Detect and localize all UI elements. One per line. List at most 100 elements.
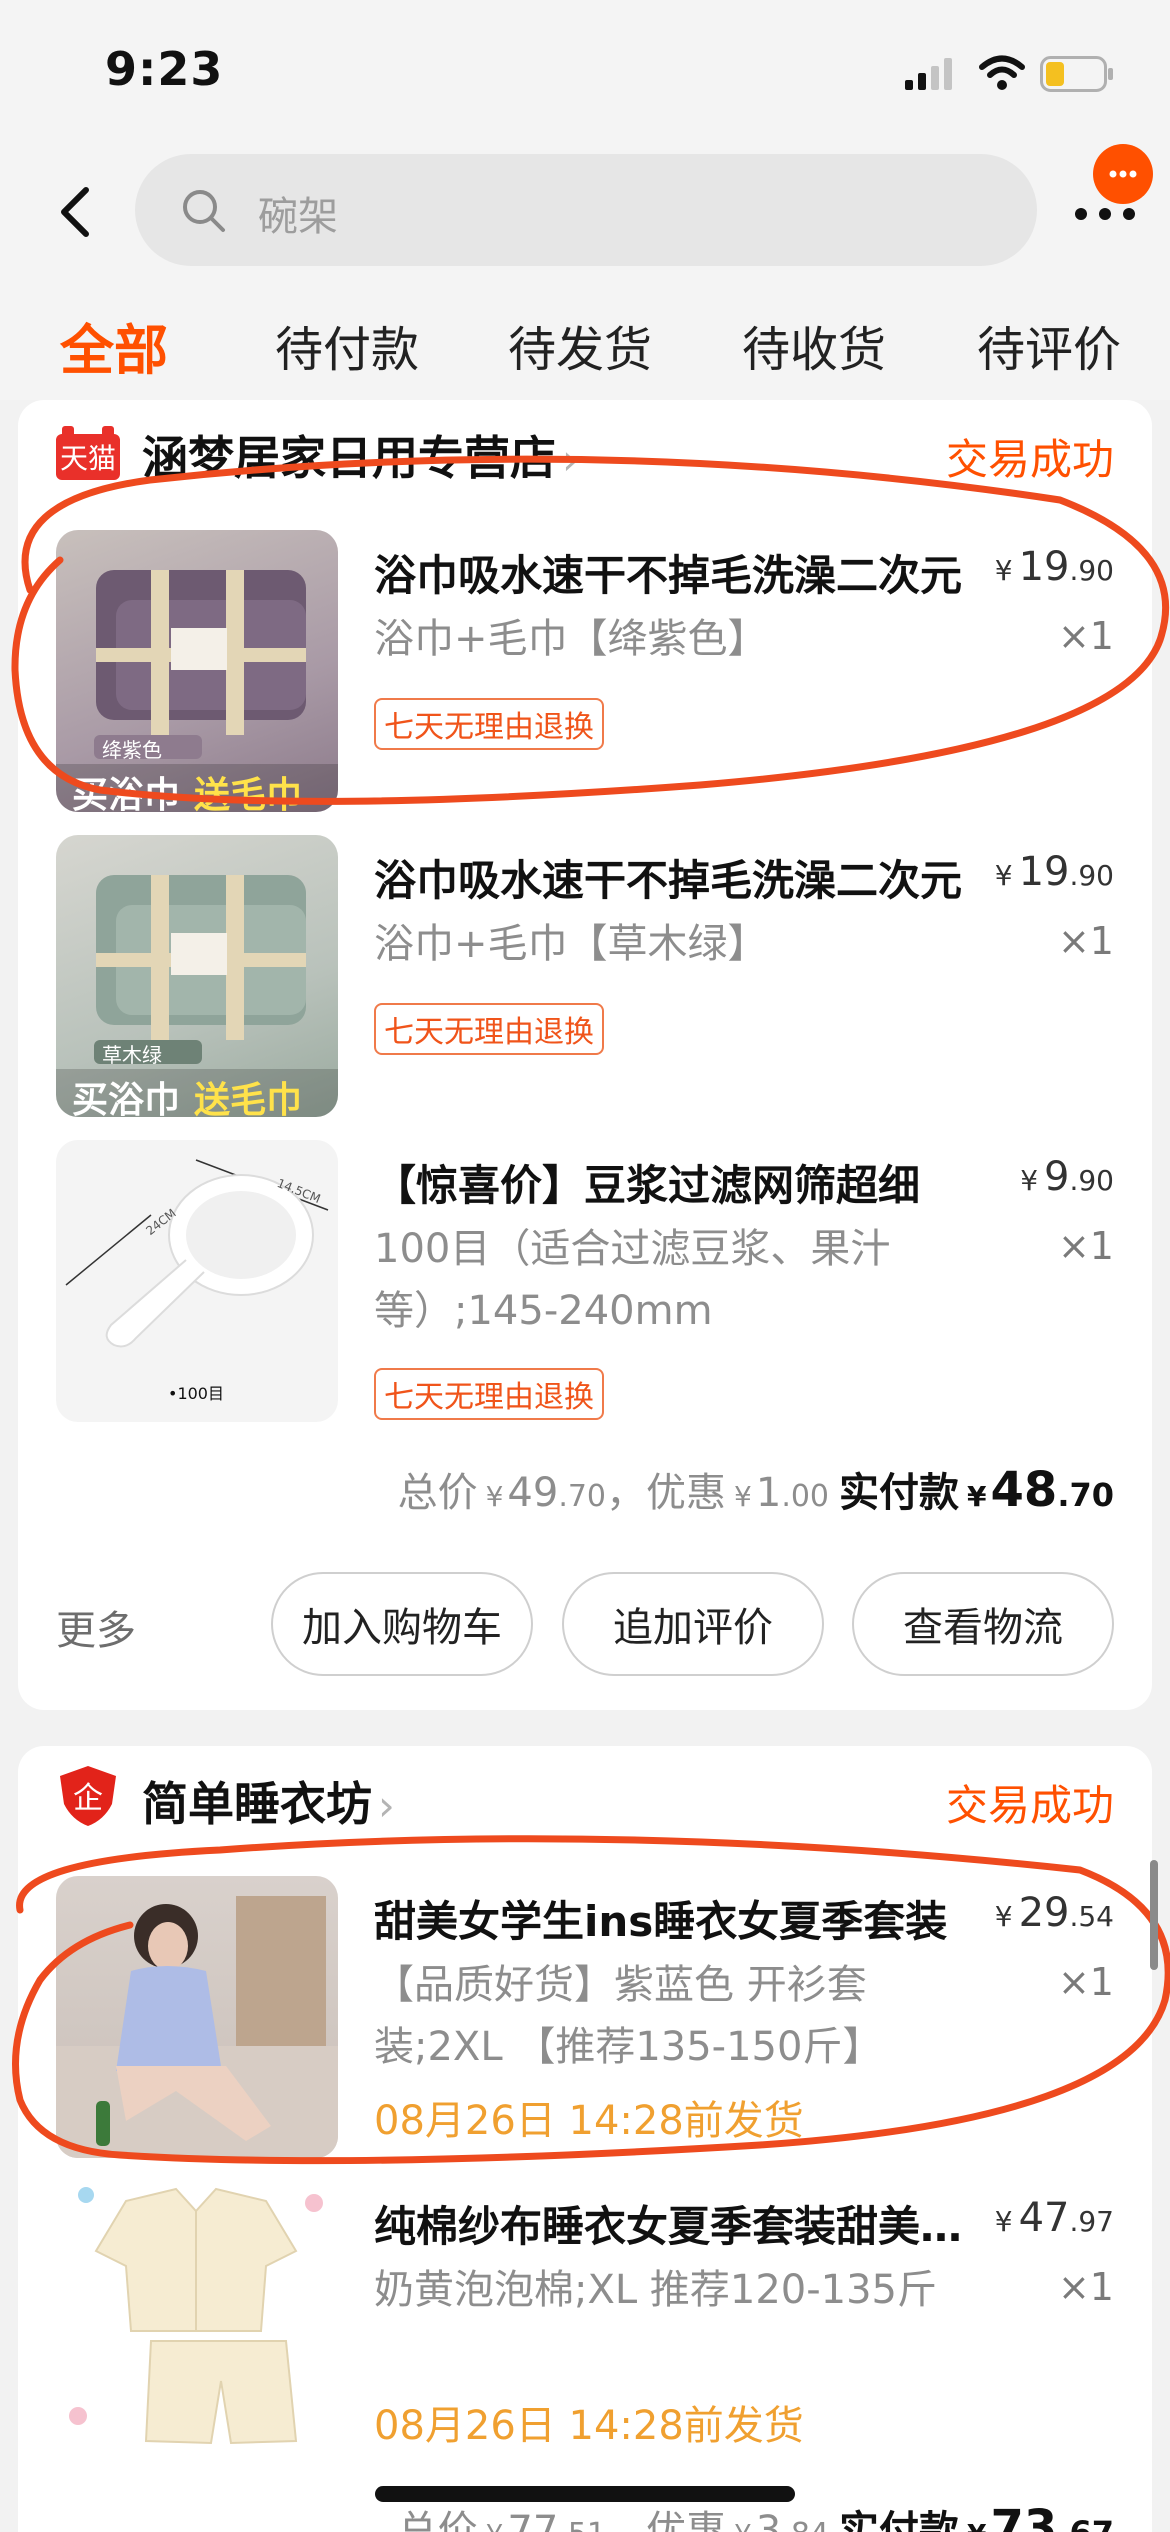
status-bar: 9:23 bbox=[0, 0, 1170, 140]
order-status-tabs: 全部 待付款 待发货 待收货 待评价 bbox=[0, 280, 1170, 400]
discount-integer: 1 bbox=[755, 1470, 782, 1516]
search-placeholder: 碗架 bbox=[258, 194, 338, 240]
price-integer: 29 bbox=[1018, 1890, 1070, 1936]
status-time: 9:23 bbox=[105, 42, 224, 96]
product-thumbnail[interactable]: 24CM 14.5CM •100目 bbox=[56, 1140, 338, 1422]
search-input[interactable]: 碗架 bbox=[135, 154, 1037, 266]
item-title[interactable]: 浴巾吸水速干不掉毛洗澡二次元 bbox=[374, 542, 974, 603]
chevron-right-icon: › bbox=[562, 435, 579, 484]
currency-symbol: ¥ bbox=[967, 1480, 987, 1513]
shop-name[interactable]: 简单睡衣坊 › bbox=[142, 1768, 395, 1834]
shipping-deadline: 08月26日 14:28前发货 bbox=[374, 2403, 804, 2449]
order-item[interactable]: 纯棉纱布睡衣女夏季套装甜美可爱 奶黄泡泡棉;XL 推荐120-135斤 ¥47.… bbox=[18, 2181, 1152, 2481]
item-sku: 奶黄泡泡棉;XL 推荐120-135斤 bbox=[374, 2267, 938, 2313]
price-cents: .90 bbox=[1069, 859, 1114, 892]
thumbnail-color-label: 绛紫色 bbox=[102, 738, 162, 762]
currency-symbol: ¥ bbox=[734, 2518, 752, 2532]
tab-pending-review[interactable]: 待评价 bbox=[977, 310, 1121, 380]
order-item[interactable]: 绛紫色 买浴巾 送毛巾 浴巾吸水速干不掉毛洗澡二次元 浴巾+毛巾【绛紫色】 ¥1… bbox=[18, 530, 1152, 820]
item-quantity: ×1 bbox=[1057, 919, 1114, 963]
enterprise-badge-text: 企 bbox=[73, 1781, 103, 1816]
shop-name[interactable]: 涵梦居家日用专营店 › bbox=[142, 422, 579, 488]
shop-header[interactable]: 企 简单睡衣坊 › 交易成功 bbox=[18, 1746, 1152, 1850]
add-to-cart-button[interactable]: 加入购物车 bbox=[271, 1572, 533, 1676]
total-integer: 49 bbox=[507, 1470, 559, 1516]
thumbnail-promo-highlight: 送毛巾 bbox=[194, 1080, 303, 1117]
currency-symbol: ¥ bbox=[485, 1480, 504, 1513]
thumbnail-promo-highlight: 送毛巾 bbox=[194, 775, 303, 812]
shop-name-text: 涵梦居家日用专营店 bbox=[142, 431, 556, 485]
message-badge-icon[interactable] bbox=[1093, 144, 1153, 204]
price-integer: 19 bbox=[1018, 849, 1070, 895]
product-thumbnail[interactable] bbox=[56, 2181, 338, 2463]
item-sku: 100目（适合过滤豆浆、果汁等）;145-240mm bbox=[374, 1226, 891, 1334]
paid-cents: .67 bbox=[1057, 2514, 1114, 2532]
thumbnail-promo-text: 买浴巾 bbox=[72, 775, 181, 812]
discount-integer: 3 bbox=[755, 2508, 782, 2532]
price-integer: 19 bbox=[1018, 544, 1070, 590]
item-title[interactable]: 纯棉纱布睡衣女夏季套装甜美可爱 bbox=[374, 2193, 974, 2254]
order-card: 天猫 涵梦居家日用专营店 › 交易成功 绛紫色 买浴巾 送毛巾 浴巾吸水速干不掉毛… bbox=[18, 400, 1152, 1710]
currency-symbol: ¥ bbox=[994, 859, 1013, 892]
discount-cents: .84 bbox=[781, 2517, 829, 2532]
item-sku: 浴巾+毛巾【草木绿】 bbox=[374, 921, 768, 967]
discount-label: ，优惠 bbox=[606, 1470, 727, 1516]
price-integer: 9 bbox=[1044, 1154, 1070, 1200]
return-policy-tag: 七天无理由退换 bbox=[374, 1368, 604, 1420]
search-icon bbox=[183, 190, 225, 232]
total-cents: .51 bbox=[558, 2517, 606, 2532]
scrollbar[interactable] bbox=[1150, 1860, 1158, 1970]
product-thumbnail[interactable] bbox=[56, 1876, 338, 2158]
item-price: ¥19.90 bbox=[995, 849, 1114, 895]
discount-cents: .00 bbox=[781, 1479, 830, 1514]
thumbnail-color-label: 草木绿 bbox=[102, 1043, 162, 1067]
shop-name-text: 简单睡衣坊 bbox=[142, 1777, 372, 1831]
add-review-button[interactable]: 追加评价 bbox=[562, 1572, 824, 1676]
item-price: ¥19.90 bbox=[995, 544, 1114, 590]
currency-symbol: ¥ bbox=[734, 1480, 752, 1513]
currency-symbol: ¥ bbox=[994, 554, 1013, 587]
order-card: 企 简单睡衣坊 › 交易成功 甜美女学生ins睡衣女夏季套装 【品质好货】紫蓝色 … bbox=[18, 1746, 1152, 2532]
enterprise-shield-icon: 企 bbox=[56, 1766, 120, 1826]
thumbnail-promo-text: 买浴巾 bbox=[72, 1080, 181, 1117]
product-thumbnail[interactable]: 绛紫色 买浴巾 送毛巾 bbox=[56, 530, 338, 812]
paid-integer: 48 bbox=[990, 1462, 1058, 1518]
item-sku: 【品质好货】紫蓝色 开衫套装;2XL 【推荐135-150斤】 bbox=[374, 1962, 883, 2070]
thumbnail-caption: •100目 bbox=[168, 1384, 224, 1403]
home-indicator[interactable] bbox=[375, 2486, 795, 2502]
order-item[interactable]: 24CM 14.5CM •100目 【惊喜价】豆浆过滤网筛超细 100目（适合过… bbox=[18, 1140, 1152, 1450]
tab-all[interactable]: 全部 bbox=[60, 306, 168, 385]
tab-pending-payment[interactable]: 待付款 bbox=[275, 310, 419, 380]
item-title[interactable]: 【惊喜价】豆浆过滤网筛超细 bbox=[374, 1152, 974, 1213]
order-item[interactable]: 甜美女学生ins睡衣女夏季套装 【品质好货】紫蓝色 开衫套装;2XL 【推荐13… bbox=[18, 1876, 1152, 2176]
tab-pending-shipment[interactable]: 待发货 bbox=[508, 310, 652, 380]
currency-symbol: ¥ bbox=[994, 2205, 1013, 2238]
shop-header[interactable]: 天猫 涵梦居家日用专营店 › 交易成功 bbox=[18, 400, 1152, 504]
back-arrow-icon[interactable] bbox=[50, 182, 100, 242]
order-item[interactable]: 草木绿 买浴巾 送毛巾 浴巾吸水速干不掉毛洗澡二次元 浴巾+毛巾【草木绿】 ¥1… bbox=[18, 835, 1152, 1125]
tab-pending-receipt[interactable]: 待收货 bbox=[742, 310, 886, 380]
battery-icon bbox=[1040, 56, 1113, 92]
more-actions-link[interactable]: 更多 bbox=[56, 1598, 136, 1656]
item-title[interactable]: 浴巾吸水速干不掉毛洗澡二次元 bbox=[374, 847, 974, 908]
item-price: ¥9.90 bbox=[1020, 1154, 1114, 1200]
currency-symbol: ¥ bbox=[1020, 1164, 1039, 1197]
paid-label: 实付款 bbox=[839, 2508, 960, 2532]
price-cents: .90 bbox=[1069, 554, 1114, 587]
pajama-photo-image bbox=[56, 1896, 338, 2158]
order-status-label: 交易成功 bbox=[945, 1781, 1114, 1830]
view-logistics-button[interactable]: 查看物流 bbox=[852, 1572, 1114, 1676]
item-title[interactable]: 甜美女学生ins睡衣女夏季套装 bbox=[374, 1888, 974, 1949]
total-label: 总价 bbox=[397, 2508, 478, 2532]
wifi-icon bbox=[979, 55, 1025, 90]
paid-integer: 73 bbox=[990, 2500, 1058, 2532]
total-integer: 77 bbox=[507, 2508, 559, 2532]
price-cents: .97 bbox=[1069, 2205, 1114, 2238]
currency-symbol: ¥ bbox=[486, 2518, 504, 2532]
total-cents: .70 bbox=[558, 1479, 607, 1514]
item-quantity: ×1 bbox=[1057, 2265, 1114, 2309]
price-cents: .54 bbox=[1069, 1900, 1114, 1933]
order-status-label: 交易成功 bbox=[945, 435, 1114, 484]
chevron-right-icon: › bbox=[378, 1781, 395, 1830]
product-thumbnail[interactable]: 草木绿 买浴巾 送毛巾 bbox=[56, 835, 338, 1117]
